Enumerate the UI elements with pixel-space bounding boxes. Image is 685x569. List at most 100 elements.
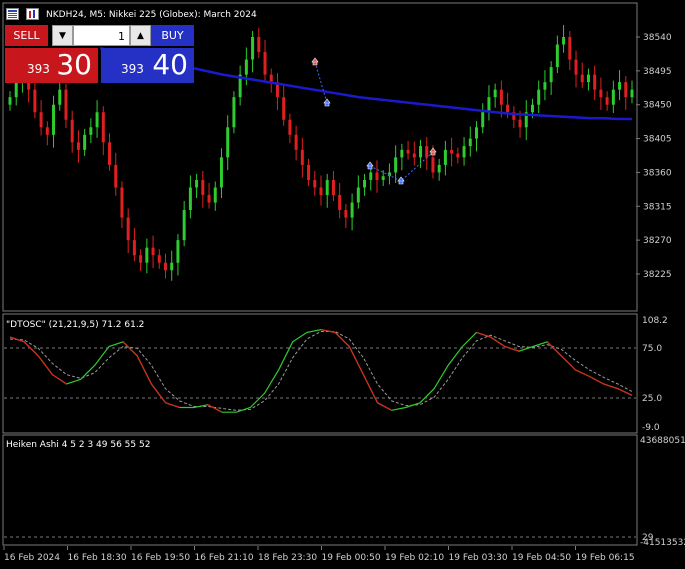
candle-body bbox=[412, 153, 416, 158]
osc-tick-25: 25.0 bbox=[642, 394, 662, 404]
chart-menu-icon[interactable] bbox=[6, 8, 19, 20]
candle-body bbox=[114, 164, 118, 188]
buy-price-box[interactable]: 393 40 bbox=[101, 48, 194, 83]
candle-body bbox=[300, 149, 304, 165]
price-tick-label: 38450 bbox=[643, 101, 672, 111]
candle-body bbox=[518, 119, 522, 128]
candle-body bbox=[83, 134, 87, 150]
candle-body bbox=[95, 112, 99, 128]
candle-body bbox=[611, 89, 615, 105]
candle-body bbox=[319, 187, 323, 195]
candle-body bbox=[201, 179, 205, 195]
oscillator-frame bbox=[2, 313, 638, 434]
candle-body bbox=[120, 187, 124, 218]
candle-body bbox=[580, 74, 584, 83]
candle-body bbox=[543, 82, 547, 90]
candle-body bbox=[76, 142, 80, 150]
candle-body bbox=[139, 255, 143, 263]
candle-body bbox=[431, 157, 435, 173]
candle-body bbox=[157, 255, 161, 263]
candle-body bbox=[244, 59, 248, 75]
candle-body bbox=[475, 127, 478, 139]
heiken-title: Heiken Ashi 4 5 2 3 49 56 55 52 bbox=[6, 440, 150, 450]
candle-body bbox=[618, 82, 622, 90]
candle-body bbox=[226, 127, 230, 158]
chart-window[interactable]: NKDH24, M5: Nikkei 225 (Globex): March 2… bbox=[0, 0, 685, 569]
buy-button[interactable]: BUY bbox=[151, 25, 194, 46]
price-tick-label: 38360 bbox=[643, 168, 672, 178]
candle-body bbox=[381, 176, 385, 180]
candle-body bbox=[350, 202, 354, 218]
candle-body bbox=[394, 157, 398, 173]
candle-body bbox=[574, 59, 578, 75]
candle-body bbox=[630, 89, 634, 98]
time-tick-label: 16 Feb 21:10 bbox=[195, 553, 254, 563]
buy-price-prefix: 393 bbox=[121, 62, 144, 76]
price-axis: 38540 38495 38450 38405 38360 38315 38270 38225 bbox=[636, 33, 672, 280]
one-click-trading-icon[interactable] bbox=[26, 8, 40, 20]
time-axis: 16 Feb 2024 16 Feb 18:30 16 Feb 19:50 16 Fe… bbox=[3, 546, 635, 563]
candle-body bbox=[499, 89, 503, 105]
candle-body bbox=[58, 89, 62, 105]
candle-body bbox=[605, 97, 609, 105]
candle-body bbox=[437, 164, 441, 173]
price-tick-label: 38495 bbox=[643, 67, 672, 77]
candle-body bbox=[294, 134, 298, 150]
candle-body bbox=[506, 104, 510, 113]
candle-body bbox=[555, 44, 559, 68]
candle-body bbox=[363, 179, 367, 188]
heiken-tick-top: 436880510 bbox=[640, 436, 685, 446]
time-tick-label: 16 Feb 2024 bbox=[4, 553, 60, 563]
candle-body bbox=[468, 138, 472, 147]
candle-body bbox=[282, 97, 286, 120]
candle-body bbox=[195, 179, 199, 188]
candle-body bbox=[108, 142, 112, 165]
candle-body bbox=[89, 127, 93, 135]
candle-body bbox=[176, 240, 180, 263]
candle-body bbox=[45, 127, 49, 135]
lot-decrease-button[interactable]: ▼ bbox=[52, 25, 73, 46]
candle-body bbox=[145, 247, 149, 263]
candle-body bbox=[530, 104, 534, 113]
time-tick-label: 18 Feb 23:30 bbox=[258, 553, 317, 563]
candle-body bbox=[419, 146, 423, 158]
candle-body bbox=[462, 146, 466, 158]
sell-price-digits: 30 bbox=[56, 48, 92, 81]
candle-body bbox=[481, 112, 485, 128]
candle-body bbox=[182, 210, 186, 241]
candle-body bbox=[624, 82, 628, 98]
candle-body bbox=[188, 187, 192, 211]
candle-body bbox=[443, 149, 447, 165]
candle-body bbox=[52, 104, 56, 135]
osc-tick-top: 108.2 bbox=[642, 316, 668, 326]
candle-body bbox=[562, 37, 566, 45]
candle-body bbox=[64, 89, 68, 120]
candle-body bbox=[586, 74, 590, 83]
time-tick-label: 16 Feb 19:50 bbox=[131, 553, 190, 563]
price-tick-label: 38540 bbox=[643, 33, 672, 43]
lot-increase-button[interactable]: ▲ bbox=[130, 25, 151, 46]
candle-body bbox=[151, 247, 155, 256]
chart-icons bbox=[6, 8, 41, 22]
candle-body bbox=[406, 149, 410, 154]
sell-button[interactable]: SELL bbox=[5, 25, 48, 46]
candle-body bbox=[33, 89, 37, 113]
time-tick-label: 19 Feb 02:10 bbox=[385, 553, 444, 563]
buy-price-digits: 40 bbox=[152, 48, 188, 81]
candle-body bbox=[269, 74, 273, 83]
sell-price-box[interactable]: 393 30 bbox=[5, 48, 98, 83]
candle-body bbox=[331, 179, 335, 195]
candle-body bbox=[263, 52, 267, 75]
time-tick-label: 19 Feb 06:15 bbox=[576, 553, 635, 563]
chart-title: NKDH24, M5: Nikkei 225 (Globex): March 2… bbox=[46, 10, 257, 20]
candle-body bbox=[257, 37, 261, 53]
candle-body bbox=[8, 97, 12, 105]
candle-body bbox=[313, 179, 317, 188]
candle-body bbox=[39, 112, 43, 128]
candle-body bbox=[132, 240, 136, 256]
osc-tick-75: 75.0 bbox=[642, 344, 662, 354]
candle-body bbox=[493, 89, 497, 98]
candle-body bbox=[164, 262, 167, 271]
oscillator-title: "DTOSC" (21,21,9,5) 71.2 61.2 bbox=[6, 320, 144, 330]
lot-size-input[interactable]: 1 bbox=[73, 25, 130, 46]
